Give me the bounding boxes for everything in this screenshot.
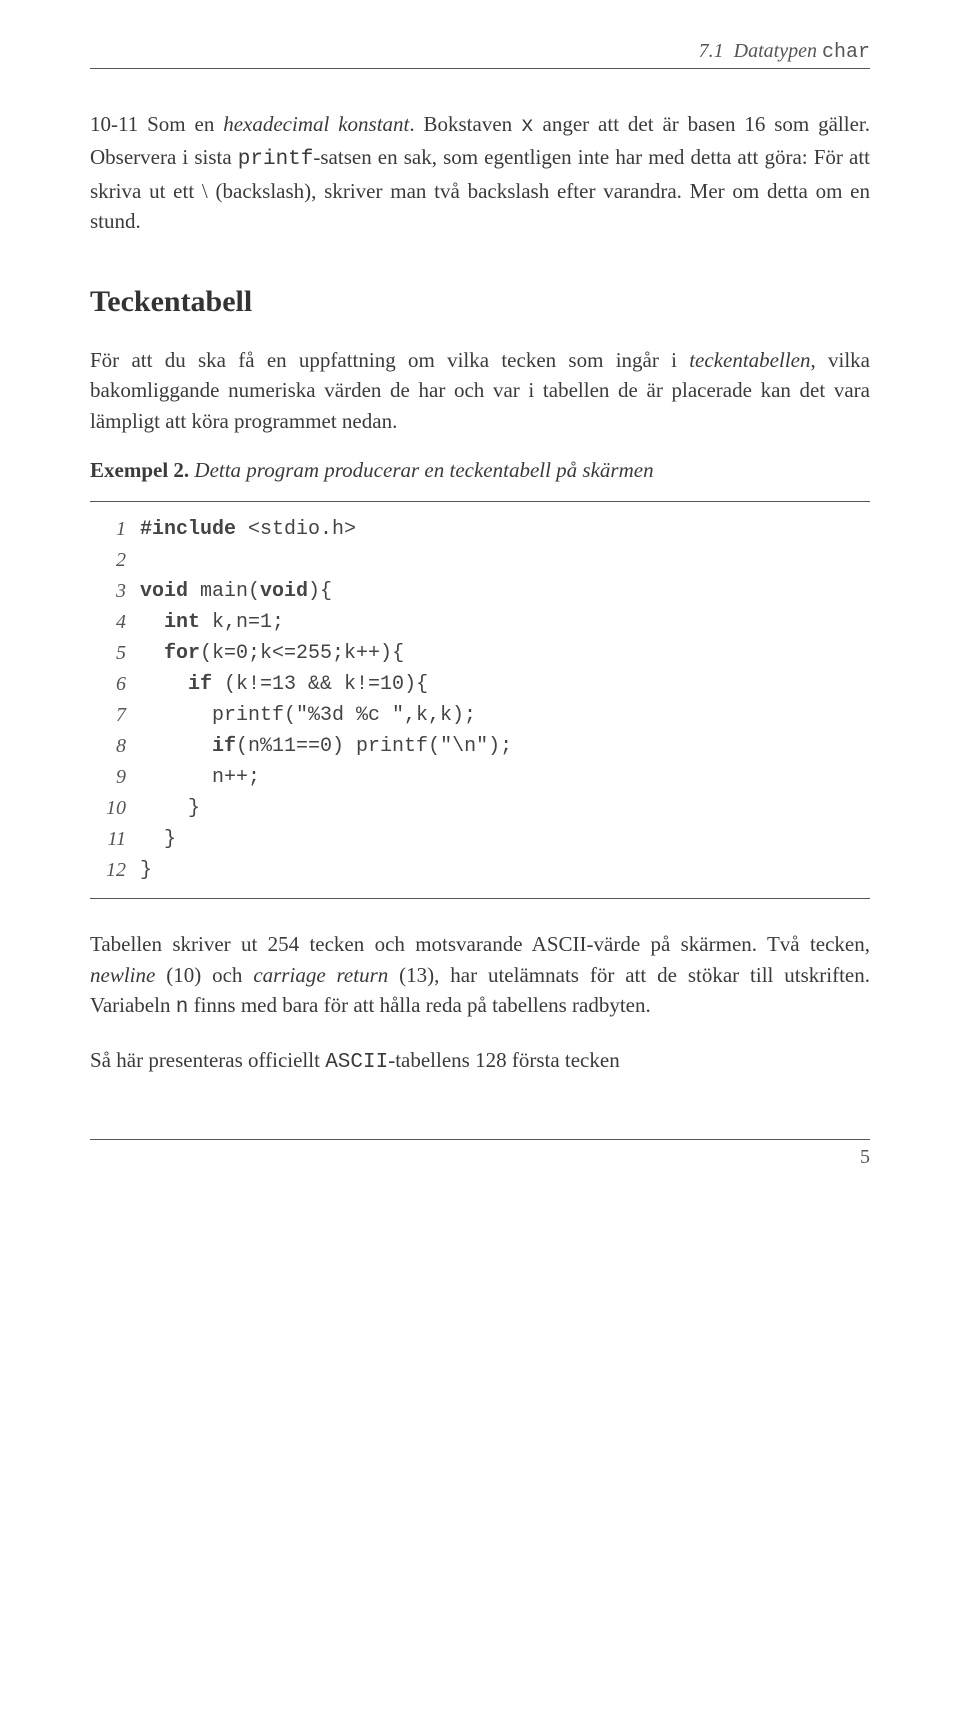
section-title: Teckentabell — [90, 285, 870, 319]
paragraph-3: Tabellen skriver ut 254 tecken och motsv… — [90, 929, 870, 1023]
italic-phrase: carriage return — [253, 963, 388, 987]
code-line: 12} — [90, 855, 870, 886]
page-footer: 5 — [90, 1139, 870, 1169]
inline-code: n — [176, 996, 189, 1019]
code-line: 6 if (k!=13 && k!=10){ — [90, 669, 870, 700]
page-number: 5 — [860, 1146, 870, 1168]
paragraph-2: För att du ska få en uppfattning om vilk… — [90, 345, 870, 436]
paragraph-4: Så här presenteras officiellt ASCII-tabe… — [90, 1045, 870, 1078]
header-section-num: 7.1 — [699, 40, 724, 62]
page: 7.1 Datatypen char 10-11 Som en hexadeci… — [0, 0, 960, 1219]
code-line: 5 for(k=0;k<=255;k++){ — [90, 638, 870, 669]
inline-code: x — [521, 115, 534, 138]
code-line: 1#include <stdio.h> — [90, 514, 870, 545]
paragraph-1: 10-11 Som en hexadecimal konstant. Bokst… — [90, 109, 870, 237]
header-title-pre: Datatypen — [734, 40, 822, 62]
code-line: 7 printf("%3d %c ",k,k); — [90, 700, 870, 731]
inline-code: printf — [238, 148, 314, 171]
code-line: 4 int k,n=1; — [90, 607, 870, 638]
code-line: 3void main(void){ — [90, 576, 870, 607]
header-title-mono: char — [822, 41, 870, 64]
code-line: 10 } — [90, 793, 870, 824]
running-header: 7.1 Datatypen char — [90, 40, 870, 69]
line-ref: 10-11 — [90, 112, 138, 136]
inline-code: ASCII — [325, 1051, 388, 1074]
code-line: 9 n++; — [90, 762, 870, 793]
italic-phrase: hexadecimal konstant — [223, 112, 409, 136]
code-line: 2 — [90, 545, 870, 576]
italic-phrase: teckentabellen — [689, 348, 810, 372]
example-desc: Detta program producerar en teckentabell… — [194, 458, 653, 482]
code-line: 11 } — [90, 824, 870, 855]
code-line: 8 if(n%11==0) printf("\n"); — [90, 731, 870, 762]
italic-phrase: newline — [90, 963, 155, 987]
example-caption: Exempel 2. Detta program producerar en t… — [90, 458, 870, 483]
example-label: Exempel 2. — [90, 458, 189, 482]
code-listing: 1#include <stdio.h> 2 3void main(void){ … — [90, 501, 870, 899]
